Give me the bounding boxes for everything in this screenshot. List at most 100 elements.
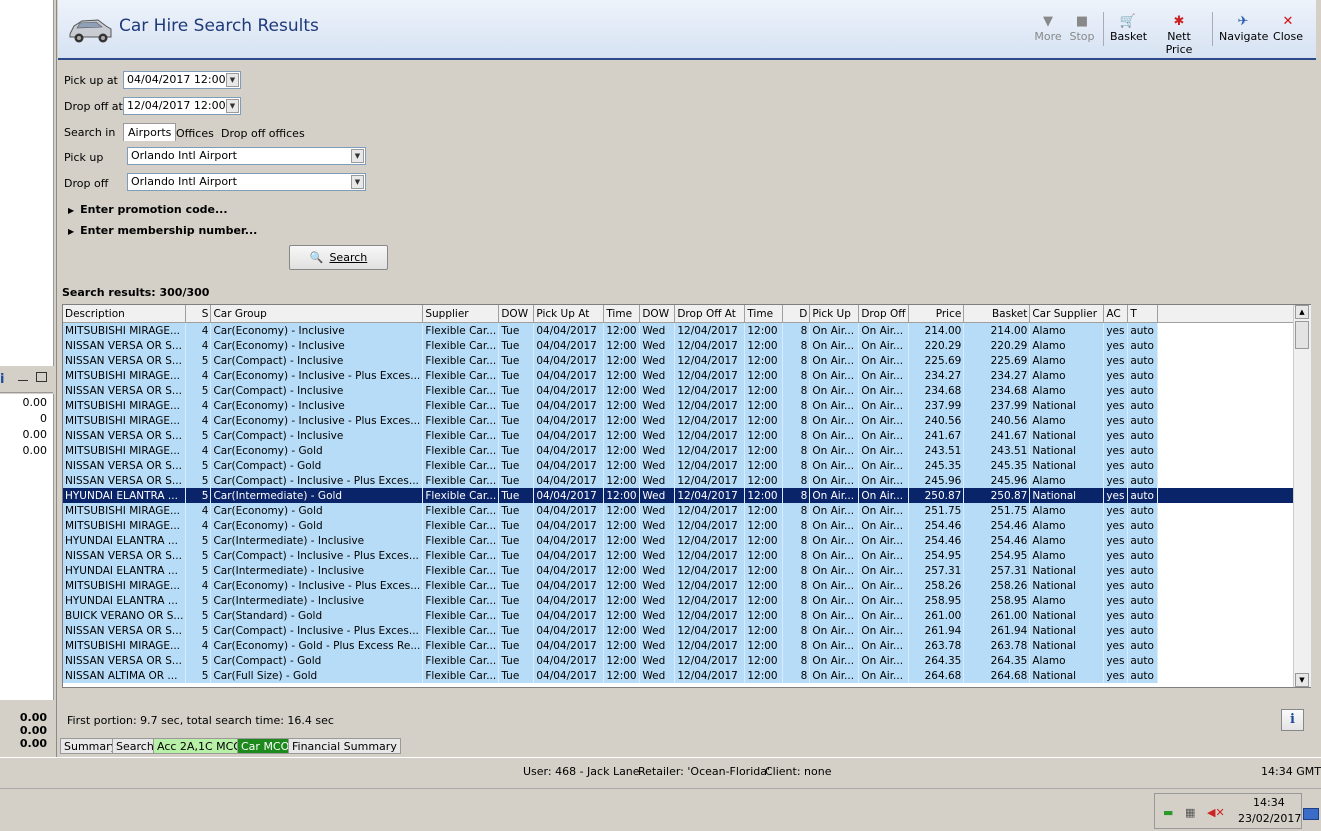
more-label: More bbox=[1034, 30, 1062, 43]
vertical-scrollbar[interactable]: ▲ ▼ bbox=[1293, 305, 1311, 687]
table-row[interactable]: MITSUBISHI MIRAGE... 4 Car(Economy) - Gold… bbox=[63, 518, 1301, 533]
column-header-car-group[interactable]: Car Group bbox=[210, 305, 424, 323]
table-row[interactable]: HYUNDAI ELANTRA ... 5 Car(Intermediate) - … bbox=[63, 533, 1301, 548]
table-row[interactable]: NISSAN VERSA OR S... 5 Car(Compact) - Incl… bbox=[63, 548, 1301, 563]
info-icon[interactable]: i bbox=[0, 372, 4, 387]
column-header-dropoff-dow[interactable]: DOW bbox=[639, 305, 676, 323]
column-header-dropoff-time[interactable]: Time bbox=[744, 305, 784, 323]
info-button[interactable]: i bbox=[1281, 709, 1304, 731]
chevron-down-icon[interactable]: ▼ bbox=[351, 149, 364, 163]
basket-button[interactable]: 🛒 Basket bbox=[1110, 14, 1147, 43]
cell-seats: 5 bbox=[185, 533, 212, 548]
cell-dropoff-time: 12:00 bbox=[744, 638, 784, 653]
column-header-dropoff-date[interactable]: Drop Off At bbox=[674, 305, 746, 323]
column-header-car-supplier[interactable]: Car Supplier bbox=[1029, 305, 1105, 323]
table-row[interactable]: NISSAN VERSA OR S... 5 Car(Compact) - Gold… bbox=[63, 653, 1301, 668]
column-header-price[interactable]: Price bbox=[908, 305, 965, 323]
cell-filler bbox=[1157, 503, 1301, 518]
cell-supplier: Flexible Car... bbox=[422, 608, 500, 623]
close-button[interactable]: ✕ Close bbox=[1273, 14, 1303, 43]
membership-number-expander[interactable]: ▶ Enter membership number... bbox=[68, 224, 257, 237]
cell-car-supplier: Alamo bbox=[1029, 533, 1105, 548]
dropoff-location-select[interactable]: Orlando Intl Airport ▼ bbox=[127, 173, 366, 191]
navigate-button[interactable]: ✈ Navigate bbox=[1219, 14, 1268, 43]
clock-time[interactable]: 14:34 bbox=[1253, 796, 1285, 809]
clock-date[interactable]: 23/02/2017 bbox=[1238, 812, 1301, 825]
table-row[interactable]: NISSAN VERSA OR S... 5 Car(Compact) - Incl… bbox=[63, 473, 1301, 488]
table-row[interactable]: MITSUBISHI MIRAGE... 4 Car(Economy) - Gold… bbox=[63, 503, 1301, 518]
show-desktop-icon[interactable] bbox=[1303, 808, 1319, 820]
table-row[interactable]: NISSAN VERSA OR S... 4 Car(Economy) - Incl… bbox=[63, 338, 1301, 353]
column-header-pickup-location[interactable]: Pick Up bbox=[809, 305, 860, 323]
cell-pickup-date: 04/04/2017 bbox=[533, 608, 605, 623]
volume-muted-icon[interactable]: ◀✕ bbox=[1207, 806, 1225, 819]
column-header-transmission[interactable]: T bbox=[1127, 305, 1159, 323]
tab-accommodation-mco[interactable]: Acc 2A,1C MCO bbox=[153, 738, 246, 754]
table-row[interactable]: MITSUBISHI MIRAGE... 4 Car(Economy) - Incl… bbox=[63, 368, 1301, 383]
table-row[interactable]: HYUNDAI ELANTRA ... 5 Car(Intermediate) - … bbox=[63, 563, 1301, 578]
table-row[interactable]: NISSAN ALTIMA OR ... 5 Car(Full Size) - Go… bbox=[63, 668, 1301, 683]
more-button[interactable]: ▼ More bbox=[1034, 14, 1062, 43]
cell-car-group: Car(Compact) - Inclusive bbox=[210, 353, 424, 368]
dropoff-at-field[interactable]: 12/04/2017 12:00 ▼ bbox=[123, 97, 241, 115]
table-row[interactable]: NISSAN VERSA OR S... 5 Car(Compact) - Incl… bbox=[63, 353, 1301, 368]
table-row[interactable]: HYUNDAI ELANTRA ... 5 Car(Intermediate) - … bbox=[63, 488, 1301, 503]
column-header-dropoff-location[interactable]: Drop Off bbox=[858, 305, 910, 323]
tab-financial-summary[interactable]: Financial Summary bbox=[288, 738, 401, 754]
search-in-label: Search in bbox=[64, 126, 116, 139]
cell-dropoff-time: 12:00 bbox=[744, 533, 784, 548]
column-header-days[interactable]: D bbox=[782, 305, 811, 323]
table-row[interactable]: MITSUBISHI MIRAGE... 4 Car(Economy) - Incl… bbox=[63, 578, 1301, 593]
cell-ac: yes bbox=[1103, 533, 1129, 548]
column-header-pickup-dow[interactable]: DOW bbox=[498, 305, 535, 323]
chevron-down-icon[interactable]: ▼ bbox=[226, 73, 239, 87]
chevron-down-icon[interactable]: ▼ bbox=[226, 99, 239, 113]
cell-ac: yes bbox=[1103, 428, 1129, 443]
stop-button[interactable]: ■ Stop bbox=[1068, 14, 1096, 43]
cell-pickup-dow: Tue bbox=[498, 518, 535, 533]
table-row[interactable]: NISSAN VERSA OR S... 5 Car(Compact) - Gold… bbox=[63, 458, 1301, 473]
scroll-down-icon[interactable]: ▼ bbox=[1295, 673, 1309, 687]
column-header-description[interactable]: Description bbox=[63, 305, 187, 323]
cell-dropoff-location: On Air... bbox=[858, 593, 910, 608]
pickup-at-field[interactable]: 04/04/2017 12:00 ▼ bbox=[123, 71, 241, 89]
cell-dropoff-dow: Wed bbox=[639, 593, 676, 608]
minimize-icon[interactable] bbox=[18, 372, 28, 381]
table-row[interactable]: NISSAN VERSA OR S... 5 Car(Compact) - Incl… bbox=[63, 383, 1301, 398]
tab-airports[interactable]: Airports bbox=[123, 123, 177, 141]
table-row[interactable]: MITSUBISHI MIRAGE... 4 Car(Economy) - Incl… bbox=[63, 322, 1301, 338]
network-icon[interactable]: ▬ bbox=[1163, 806, 1173, 819]
promotion-code-expander[interactable]: ▶ Enter promotion code... bbox=[68, 203, 228, 216]
chevron-down-icon[interactable]: ▼ bbox=[351, 175, 364, 189]
table-row[interactable]: HYUNDAI ELANTRA ... 5 Car(Intermediate) - … bbox=[63, 593, 1301, 608]
tab-search[interactable]: Search bbox=[112, 738, 158, 754]
cell-pickup-dow: Tue bbox=[498, 443, 535, 458]
column-header-seats[interactable]: S bbox=[185, 305, 212, 323]
search-button[interactable]: 🔍 Search bbox=[289, 245, 388, 270]
cell-pickup-location: On Air... bbox=[809, 428, 860, 443]
column-header-basket[interactable]: Basket bbox=[963, 305, 1031, 323]
scrollbar-thumb[interactable] bbox=[1295, 321, 1309, 349]
column-header-ac[interactable]: AC bbox=[1103, 305, 1129, 323]
table-row[interactable]: MITSUBISHI MIRAGE... 4 Car(Economy) - Incl… bbox=[63, 398, 1301, 413]
nett-price-icon: ✱ bbox=[1173, 14, 1185, 29]
cell-price: 240.56 bbox=[908, 413, 965, 428]
tab-offices[interactable]: Offices bbox=[176, 127, 214, 140]
maximize-icon[interactable] bbox=[36, 372, 47, 382]
table-row[interactable]: BUICK VERANO OR S... 5 Car(Standard) - Gol… bbox=[63, 608, 1301, 623]
table-row[interactable]: MITSUBISHI MIRAGE... 4 Car(Economy) - Gold… bbox=[63, 443, 1301, 458]
device-icon[interactable]: ▦ bbox=[1185, 806, 1195, 819]
column-header-pickup-time[interactable]: Time bbox=[603, 305, 641, 323]
column-header-supplier[interactable]: Supplier bbox=[422, 305, 500, 323]
cell-description: NISSAN VERSA OR S... bbox=[63, 548, 187, 563]
pickup-location-select[interactable]: Orlando Intl Airport ▼ bbox=[127, 147, 366, 165]
table-row[interactable]: MITSUBISHI MIRAGE... 4 Car(Economy) - Gold… bbox=[63, 638, 1301, 653]
table-row[interactable]: NISSAN VERSA OR S... 5 Car(Compact) - Incl… bbox=[63, 623, 1301, 638]
scroll-up-icon[interactable]: ▲ bbox=[1295, 305, 1309, 319]
nett-price-button[interactable]: ✱ Nett Price bbox=[1153, 14, 1205, 56]
tab-drop-off-offices[interactable]: Drop off offices bbox=[221, 127, 305, 140]
table-row[interactable]: NISSAN VERSA OR S... 5 Car(Compact) - Incl… bbox=[63, 428, 1301, 443]
tab-car-mco[interactable]: Car MCO bbox=[237, 738, 294, 754]
table-row[interactable]: MITSUBISHI MIRAGE... 4 Car(Economy) - Incl… bbox=[63, 413, 1301, 428]
column-header-pickup-date[interactable]: Pick Up At bbox=[533, 305, 605, 323]
